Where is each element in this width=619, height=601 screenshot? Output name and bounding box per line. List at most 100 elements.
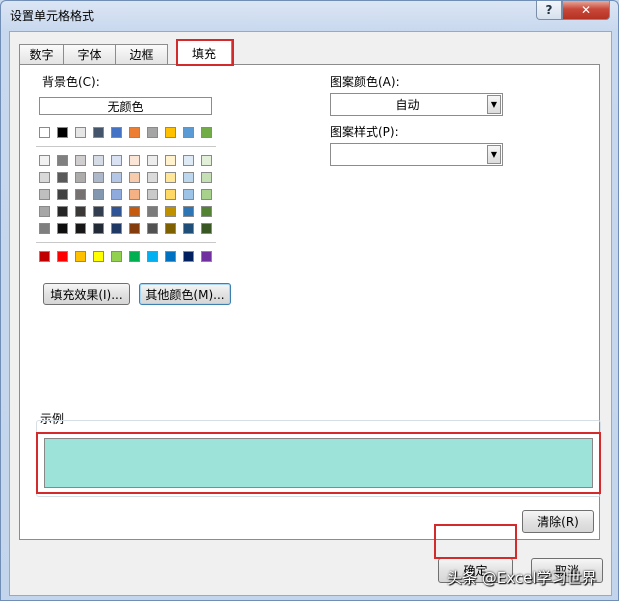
- color-swatch[interactable]: [57, 172, 68, 183]
- color-swatch[interactable]: [93, 155, 104, 166]
- color-swatch[interactable]: [75, 189, 86, 200]
- color-swatch[interactable]: [147, 172, 158, 183]
- sample-preview: [44, 438, 593, 488]
- color-swatch[interactable]: [111, 127, 122, 138]
- color-swatch[interactable]: [165, 206, 176, 217]
- color-swatch[interactable]: [183, 189, 194, 200]
- color-swatch[interactable]: [183, 172, 194, 183]
- color-swatch[interactable]: [93, 206, 104, 217]
- color-swatch[interactable]: [201, 172, 212, 183]
- color-swatch[interactable]: [147, 223, 158, 234]
- tab-number[interactable]: 数字: [19, 44, 64, 64]
- color-swatch[interactable]: [201, 206, 212, 217]
- color-swatch[interactable]: [39, 172, 50, 183]
- color-swatch[interactable]: [57, 251, 68, 262]
- color-swatch[interactable]: [93, 172, 104, 183]
- pattern-color-select[interactable]: 自动 ▼: [330, 93, 503, 116]
- color-swatch[interactable]: [129, 189, 140, 200]
- color-swatch[interactable]: [75, 172, 86, 183]
- color-swatch[interactable]: [57, 206, 68, 217]
- background-color-label: 背景色(C):: [42, 75, 100, 89]
- color-swatch[interactable]: [165, 172, 176, 183]
- tab-font[interactable]: 字体: [63, 44, 116, 64]
- format-cells-dialog: 设置单元格格式 ? ✕ 数字 字体 边框 填充 背景色(C): 无颜色 填充效果…: [0, 0, 619, 601]
- color-swatch[interactable]: [57, 223, 68, 234]
- color-swatch[interactable]: [183, 155, 194, 166]
- color-swatch[interactable]: [93, 251, 104, 262]
- color-swatch[interactable]: [201, 155, 212, 166]
- fill-panel: 背景色(C): 无颜色 填充效果(I)... 其他颜色(M)... 图案颜色(A…: [19, 64, 601, 540]
- color-swatch[interactable]: [57, 155, 68, 166]
- color-swatch[interactable]: [201, 189, 212, 200]
- color-swatch[interactable]: [165, 223, 176, 234]
- color-swatch[interactable]: [129, 251, 140, 262]
- color-swatch[interactable]: [39, 155, 50, 166]
- color-swatch[interactable]: [39, 251, 50, 262]
- sample-highlight: [36, 432, 601, 494]
- color-swatch[interactable]: [183, 251, 194, 262]
- palette-divider: [36, 146, 216, 147]
- color-swatch[interactable]: [57, 127, 68, 138]
- color-swatch[interactable]: [129, 172, 140, 183]
- pattern-style-value: [331, 144, 484, 165]
- close-icon: ✕: [580, 3, 592, 17]
- color-swatch[interactable]: [147, 127, 158, 138]
- color-swatch[interactable]: [201, 223, 212, 234]
- color-swatch[interactable]: [147, 155, 158, 166]
- color-swatch[interactable]: [111, 206, 122, 217]
- dialog-title: 设置单元格格式: [10, 9, 95, 23]
- watermark-text: 头条 @Excel学习世界: [447, 569, 597, 587]
- color-swatch[interactable]: [147, 189, 158, 200]
- color-swatch[interactable]: [147, 206, 158, 217]
- color-swatch[interactable]: [147, 251, 158, 262]
- clear-button[interactable]: 清除(R): [522, 510, 594, 533]
- help-button[interactable]: ?: [536, 1, 562, 20]
- color-swatch[interactable]: [201, 127, 212, 138]
- color-swatch[interactable]: [111, 189, 122, 200]
- pattern-color-label: 图案颜色(A):: [330, 75, 400, 89]
- color-swatch[interactable]: [93, 189, 104, 200]
- color-swatch[interactable]: [201, 251, 212, 262]
- color-swatch[interactable]: [75, 206, 86, 217]
- fill-effects-button[interactable]: 填充效果(I)...: [43, 283, 130, 305]
- color-swatch[interactable]: [39, 223, 50, 234]
- color-swatch[interactable]: [165, 155, 176, 166]
- color-swatch[interactable]: [183, 206, 194, 217]
- pattern-color-value: 自动: [395, 98, 420, 112]
- tab-fill[interactable]: 填充: [176, 40, 232, 65]
- color-swatch[interactable]: [75, 251, 86, 262]
- color-swatch[interactable]: [39, 189, 50, 200]
- color-swatch[interactable]: [111, 155, 122, 166]
- color-swatch[interactable]: [93, 127, 104, 138]
- color-swatch[interactable]: [129, 127, 140, 138]
- color-swatch[interactable]: [165, 127, 176, 138]
- color-swatch[interactable]: [129, 223, 140, 234]
- color-swatch[interactable]: [111, 172, 122, 183]
- color-swatch[interactable]: [183, 223, 194, 234]
- dialog-body: 数字 字体 边框 填充 背景色(C): 无颜色 填充效果(I)... 其他颜色(…: [9, 31, 612, 596]
- pattern-style-select[interactable]: ▼: [330, 143, 503, 166]
- color-swatch[interactable]: [183, 127, 194, 138]
- color-swatch[interactable]: [111, 223, 122, 234]
- color-swatch[interactable]: [129, 206, 140, 217]
- color-swatch[interactable]: [57, 189, 68, 200]
- color-swatch[interactable]: [111, 251, 122, 262]
- color-swatch[interactable]: [39, 206, 50, 217]
- color-swatch[interactable]: [129, 155, 140, 166]
- help-icon: ?: [545, 3, 553, 17]
- close-button[interactable]: ✕: [562, 1, 610, 20]
- color-swatch[interactable]: [75, 155, 86, 166]
- more-colors-button[interactable]: 其他颜色(M)...: [139, 283, 231, 305]
- dropdown-arrow-icon[interactable]: ▼: [487, 145, 501, 164]
- no-color-button[interactable]: 无颜色: [39, 97, 212, 115]
- tab-border[interactable]: 边框: [115, 44, 168, 64]
- color-swatch[interactable]: [165, 189, 176, 200]
- pattern-style-label: 图案样式(P):: [330, 125, 399, 139]
- color-swatch[interactable]: [93, 223, 104, 234]
- dropdown-arrow-icon[interactable]: ▼: [487, 95, 501, 114]
- color-swatch[interactable]: [75, 223, 86, 234]
- color-swatch[interactable]: [75, 127, 86, 138]
- palette-divider: [36, 242, 216, 243]
- color-swatch[interactable]: [165, 251, 176, 262]
- color-swatch[interactable]: [39, 127, 50, 138]
